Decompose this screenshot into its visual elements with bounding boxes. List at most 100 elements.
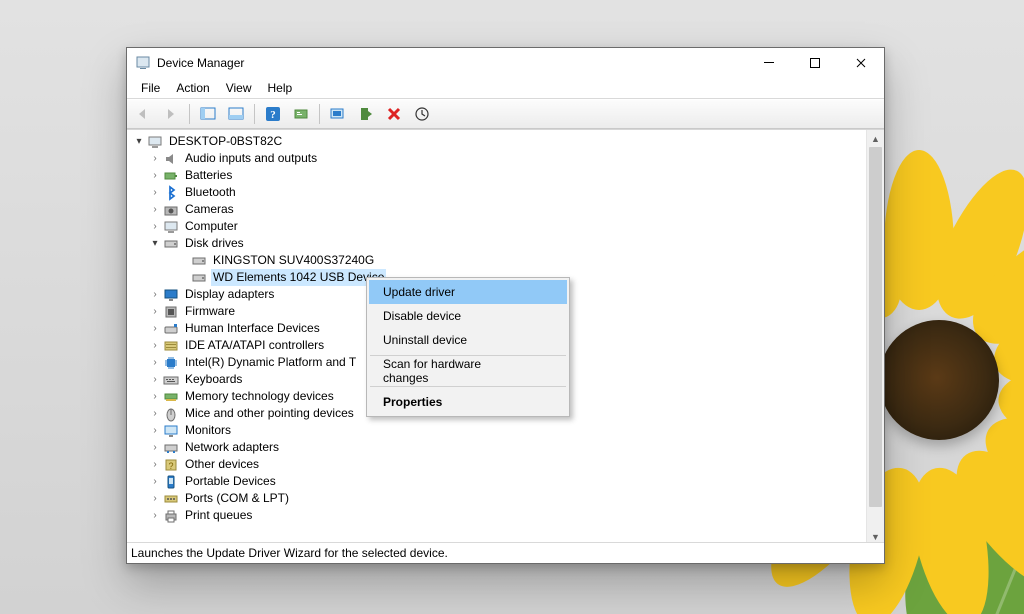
port-icon [163, 491, 179, 507]
chip-icon [163, 355, 179, 371]
caret-icon[interactable]: ▾ [149, 235, 161, 252]
caret-icon[interactable]: › [149, 303, 161, 320]
caret-icon[interactable]: › [149, 218, 161, 235]
menu-help[interactable]: Help [260, 80, 301, 96]
ctx-uninstall-device[interactable]: Uninstall device [369, 328, 567, 352]
toolbar-update-driver[interactable] [289, 102, 313, 126]
window-title: Device Manager [157, 56, 244, 70]
category-label: Firmware [183, 303, 237, 320]
ide-icon [163, 338, 179, 354]
toolbar-scan-hardware[interactable] [326, 102, 350, 126]
caret-icon[interactable]: › [149, 167, 161, 184]
tree-category[interactable]: ›Ports (COM & LPT) [133, 490, 884, 507]
caret-icon[interactable]: › [149, 422, 161, 439]
caret-icon[interactable]: › [149, 473, 161, 490]
tree-category[interactable]: › Print queues [133, 507, 884, 524]
battery-icon [163, 168, 179, 184]
device-tree-area: ▾ DESKTOP-0BST82C › Audio inputs and outp… [127, 129, 884, 545]
menu-action[interactable]: Action [168, 80, 217, 96]
svg-text:?: ? [168, 461, 173, 471]
toolbar-separator [189, 104, 190, 124]
caret-icon[interactable]: › [149, 439, 161, 456]
category-label: Human Interface Devices [183, 320, 322, 337]
category-label: Audio inputs and outputs [183, 150, 319, 167]
ctx-properties[interactable]: Properties [369, 390, 567, 414]
device-label: KINGSTON SUV400S37240G [211, 252, 376, 269]
tree-category[interactable]: › Network adapters [133, 439, 884, 456]
caret-icon[interactable]: › [149, 150, 161, 167]
category-label: Network adapters [183, 439, 281, 456]
caret-icon[interactable]: › [149, 405, 161, 422]
category-label: IDE ATA/ATAPI controllers [183, 337, 326, 354]
disk-icon [191, 253, 207, 269]
bluetooth-icon [163, 185, 179, 201]
display-icon [163, 287, 179, 303]
toolbar-properties-pane[interactable] [224, 102, 248, 126]
minimize-button[interactable] [746, 48, 792, 78]
caret-icon[interactable]: › [149, 201, 161, 218]
toolbar-separator [254, 104, 255, 124]
caret-icon[interactable]: › [149, 354, 161, 371]
monitor-icon [163, 423, 179, 439]
caret-icon[interactable]: › [149, 320, 161, 337]
maximize-button[interactable] [792, 48, 838, 78]
context-menu: Update driver Disable device Uninstall d… [366, 277, 570, 417]
app-icon [135, 55, 151, 71]
tree-root[interactable]: ▾ DESKTOP-0BST82C [133, 133, 884, 150]
toolbar-separator [319, 104, 320, 124]
device-manager-window: Device Manager File Action View Help ? [126, 47, 885, 564]
ctx-disable-device[interactable]: Disable device [369, 304, 567, 328]
category-label: Computer [183, 218, 240, 235]
caret-icon[interactable]: › [149, 184, 161, 201]
tree-category[interactable]: › Portable Devices [133, 473, 884, 490]
caret-icon[interactable]: › [149, 286, 161, 303]
statusbar-text: Launches the Update Driver Wizard for th… [131, 546, 448, 560]
toolbar-enable[interactable] [354, 102, 378, 126]
disk-icon [163, 236, 179, 252]
tree-device[interactable]: KINGSTON SUV400S37240G [133, 252, 884, 269]
caret-icon[interactable]: › [149, 507, 161, 524]
menu-view[interactable]: View [218, 80, 260, 96]
caret-icon[interactable]: › [149, 371, 161, 388]
tree-category[interactable]: ›? Other devices [133, 456, 884, 473]
tree-category[interactable]: ›Bluetooth [133, 184, 884, 201]
toolbar-scan-changes[interactable] [410, 102, 434, 126]
category-label: Monitors [183, 422, 233, 439]
close-button[interactable] [838, 48, 884, 78]
caret-icon[interactable]: › [149, 337, 161, 354]
toolbar-show-hide-console-tree[interactable] [196, 102, 220, 126]
toolbar-forward[interactable] [159, 102, 183, 126]
caret-icon[interactable]: › [149, 490, 161, 507]
audio-icon [163, 151, 179, 167]
firmware-icon [163, 304, 179, 320]
tree-category[interactable]: › Computer [133, 218, 884, 235]
ctx-update-driver[interactable]: Update driver [369, 280, 567, 304]
vertical-scrollbar[interactable]: ▲ ▼ [866, 130, 884, 545]
titlebar[interactable]: Device Manager [127, 48, 884, 78]
toolbar-help[interactable]: ? [261, 102, 285, 126]
desktop-background: Device Manager File Action View Help ? [0, 0, 1024, 614]
caret-icon[interactable]: › [149, 388, 161, 405]
tree-category[interactable]: ›Cameras [133, 201, 884, 218]
category-label: Other devices [183, 456, 261, 473]
caret-icon[interactable]: › [149, 456, 161, 473]
tree-category[interactable]: › Audio inputs and outputs [133, 150, 884, 167]
printer-icon [163, 508, 179, 524]
ctx-scan-hardware[interactable]: Scan for hardware changes [369, 359, 567, 383]
caret-icon[interactable]: ▾ [133, 133, 145, 150]
tree-category[interactable]: › Monitors [133, 422, 884, 439]
scroll-up-button[interactable]: ▲ [867, 130, 884, 147]
tree-category[interactable]: ▾Disk drives [133, 235, 884, 252]
category-label: Print queues [183, 507, 254, 524]
menu-file[interactable]: File [133, 80, 168, 96]
category-label: Portable Devices [183, 473, 278, 490]
scroll-thumb[interactable] [869, 147, 882, 507]
disk-icon [191, 270, 207, 286]
toolbar-uninstall[interactable] [382, 102, 406, 126]
toolbar-back[interactable] [131, 102, 155, 126]
ctx-separator [370, 355, 566, 356]
computer-icon [163, 219, 179, 235]
category-label: Intel(R) Dynamic Platform and T [183, 354, 358, 371]
tree-category[interactable]: ›Batteries [133, 167, 884, 184]
memory-icon [163, 389, 179, 405]
